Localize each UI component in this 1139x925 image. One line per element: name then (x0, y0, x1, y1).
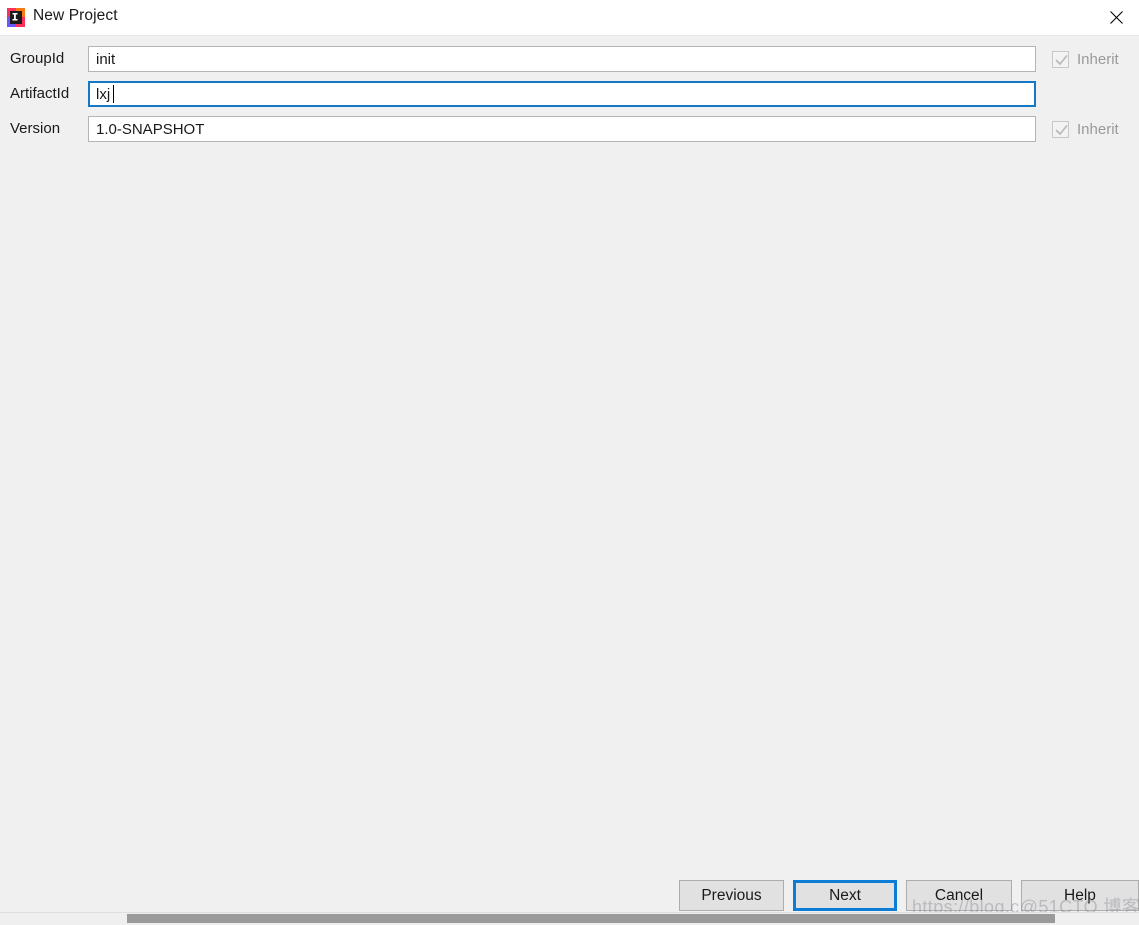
version-label: Version (10, 120, 61, 137)
title-bar: New Project (0, 0, 1139, 36)
form-row-version: Version Inherit (0, 116, 1139, 142)
groupid-label: GroupId (10, 50, 65, 67)
next-button[interactable]: Next (793, 880, 897, 911)
form-row-groupid: GroupId Inherit (0, 46, 1139, 72)
version-inherit-label: Inherit (1077, 120, 1119, 138)
intellij-idea-icon (7, 8, 25, 27)
previous-button[interactable]: Previous (679, 880, 784, 911)
groupid-inherit-checkbox[interactable] (1052, 50, 1069, 68)
new-project-dialog: New Project GroupId Inherit ArtifactId V… (0, 0, 1139, 925)
version-input[interactable] (88, 116, 1036, 142)
help-button[interactable]: Help (1021, 880, 1139, 911)
artifactid-label: ArtifactId (10, 85, 70, 102)
form-row-artifactid: ArtifactId (0, 81, 1139, 107)
window-title: New Project (33, 7, 118, 24)
artifactid-input[interactable] (88, 81, 1036, 107)
version-inherit-group[interactable]: Inherit (1052, 116, 1119, 142)
groupid-inherit-group[interactable]: Inherit (1052, 46, 1119, 72)
dialog-button-bar: Previous Next Cancel Help (0, 880, 1139, 912)
horizontal-scrollbar-thumb[interactable] (127, 914, 1055, 923)
groupid-inherit-label: Inherit (1077, 50, 1119, 68)
version-inherit-checkbox[interactable] (1052, 120, 1069, 138)
cancel-button[interactable]: Cancel (906, 880, 1012, 911)
close-icon[interactable] (1093, 0, 1139, 34)
groupid-input[interactable] (88, 46, 1036, 72)
horizontal-scrollbar-track[interactable] (0, 912, 1139, 925)
text-caret (113, 85, 114, 103)
